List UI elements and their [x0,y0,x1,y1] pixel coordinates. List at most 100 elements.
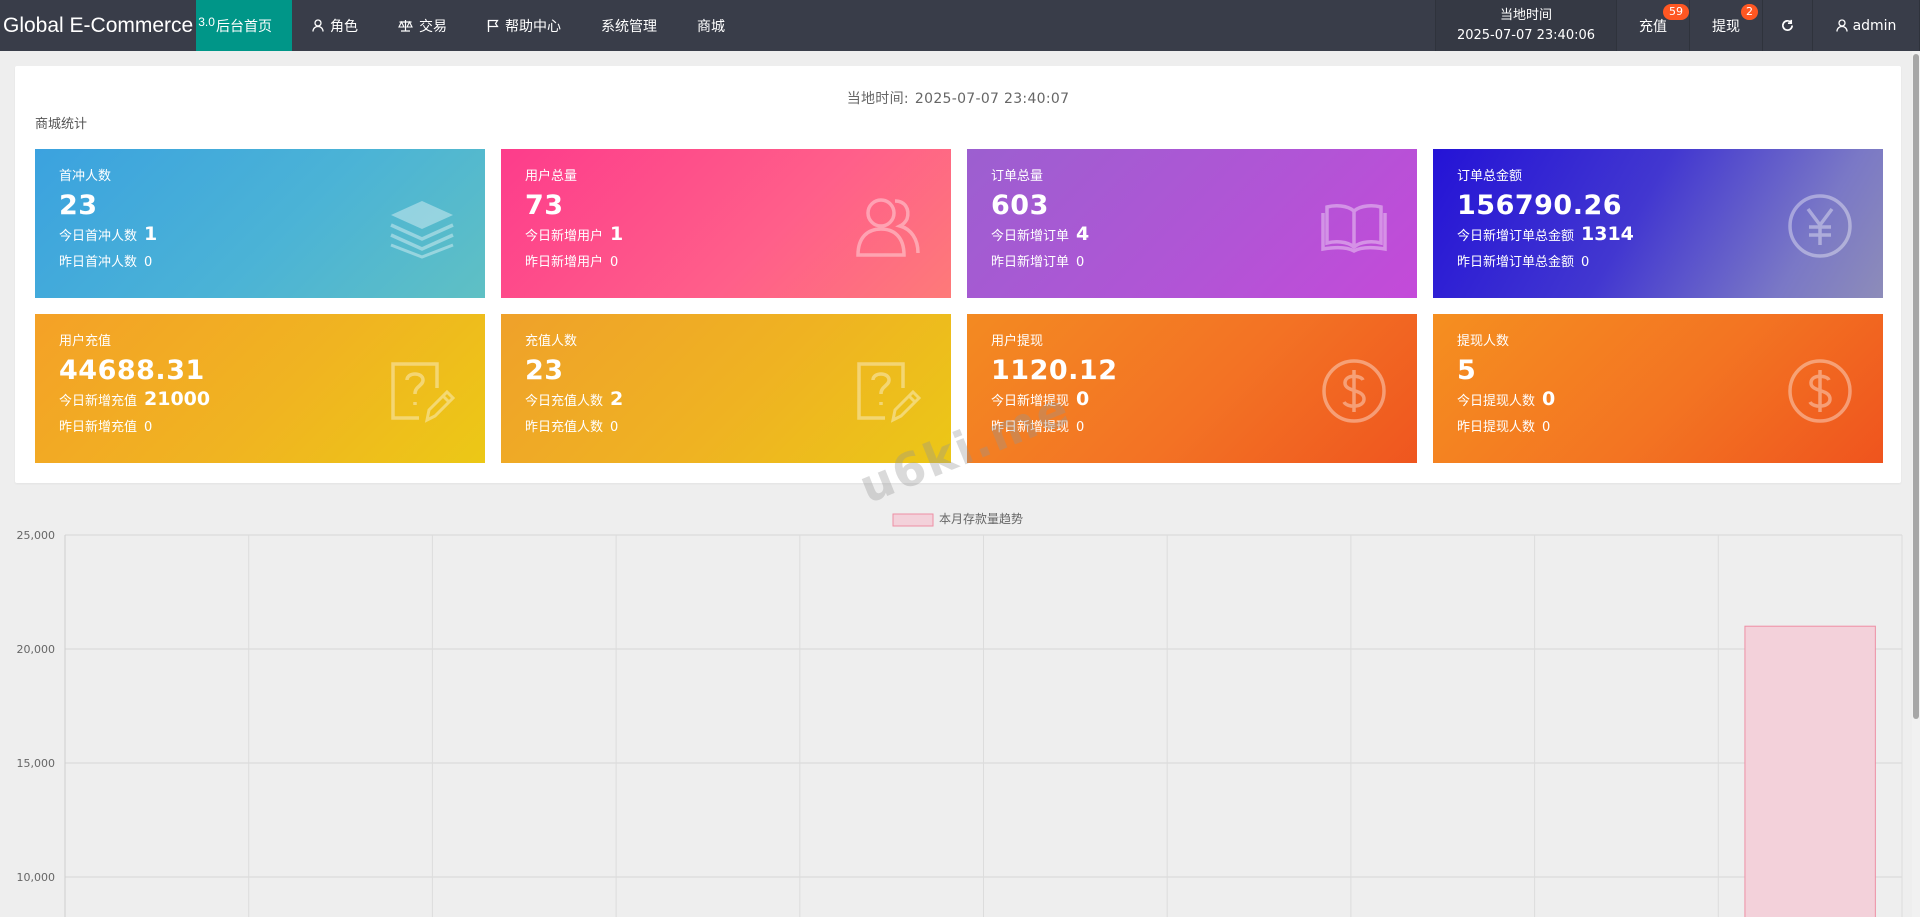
nav-right: 当地时间 2025-07-07 23:40:06 充值 59 提现 2 admi… [1435,0,1920,51]
question-edit-icon [857,362,921,423]
tile-yesterday-label: 昨日充值人数 [525,420,604,435]
local-time-label: 当地时间: [846,91,909,107]
nav-system-settings-label: 系统管理 [601,18,657,35]
local-time-value: 2025-07-07 23:40:07 [914,91,1070,107]
tile-yesterday-label: 昨日新增订单总金额 [1457,255,1575,270]
header-clock-label: 当地时间 [1499,7,1552,23]
book-icon [1321,204,1387,254]
nav-mall[interactable]: 商城 [677,0,745,51]
header-clock: 当地时间 2025-07-07 23:40:06 [1435,0,1617,51]
flag-icon [487,19,499,32]
tile-label: 充值人数 [525,334,578,349]
dollar-circle-icon [1788,359,1852,423]
tile-today-label: 今日新增用户 [525,229,604,244]
withdraw-button[interactable]: 提现 2 [1690,0,1763,51]
refresh-button[interactable] [1763,0,1813,51]
brand-version: 3.0 [198,14,215,29]
tile-today-value: 0 [1076,388,1090,410]
tile-today-label: 今日新增订单 [991,229,1070,244]
chart-legend[interactable]: 本月存款量趋势 [892,512,1023,527]
tile-yesterday-label: 昨日新增充值 [59,420,138,435]
tile-label: 订单总量 [991,169,1044,184]
tile-user-withdraw: 用户提现 1120.12 今日新增提现 0 昨日新增提现 0 [967,314,1417,463]
tile-yesterday-value: 0 [1581,255,1590,270]
tile-total-order-amount: 订单总金额 156790.26 今日新增订单总金额 1314 昨日新增订单总金额 0 [1433,149,1883,298]
tile-label: 首冲人数 [59,169,112,184]
recharge-badge: 59 [1663,4,1689,20]
chart-yticks: 25,000 20,000 15,000 10,000 [17,529,56,884]
tile-today-label: 今日充值人数 [525,394,604,409]
nav-system-settings[interactable]: 系统管理 [581,0,677,51]
tile-yesterday-label: 昨日新增用户 [525,255,604,270]
top-navbar: Global E-Commerce 3.0 后台首页 角色 交易 帮助中心 系统管… [0,0,1920,51]
recharge-button[interactable]: 充值 59 [1617,0,1690,51]
withdraw-label: 提现 [1712,18,1740,35]
page-scrollbar[interactable] [1912,51,1920,917]
tile-today-value: 1 [610,223,624,245]
tile-today-label: 今日提现人数 [1457,394,1536,409]
tile-today-label: 今日新增充值 [59,394,138,409]
tile-yesterday-value: 0 [1076,420,1085,435]
nav-trade[interactable]: 交易 [378,0,467,51]
tile-first-recharge-users: 首冲人数 23 今日首冲人数 1 昨日首冲人数 0 [35,149,485,298]
users-icon [856,198,920,257]
local-time: 当地时间: 2025-07-07 23:40:07 [15,88,1901,108]
brand-name: Global E-Commerce [3,13,194,37]
recharge-label: 充值 [1639,18,1667,35]
tile-recharge-users: 充值人数 23 今日充值人数 2 昨日充值人数 0 [501,314,951,463]
section-title: 商城统计 [35,117,88,132]
header-clock-value: 2025-07-07 23:40:06 [1456,27,1596,43]
chart-grid [64,534,1903,917]
tile-yesterday-label: 昨日首冲人数 [59,255,138,270]
user-icon [1835,19,1848,32]
y-tick-label: 25,000 [17,529,56,542]
tile-withdraw-users: 提现人数 5 今日提现人数 0 昨日提现人数 0 [1433,314,1883,463]
tile-yesterday-value: 0 [1542,420,1551,435]
brand-logo[interactable]: Global E-Commerce 3.0 [0,0,215,51]
tile-today-value: 1 [144,223,158,245]
tile-yesterday-value: 0 [610,420,619,435]
chart-canvas: 25,000 20,000 15,000 10,000 本月存款量趋势 [17,512,1903,917]
nav-trade-label: 交易 [419,18,447,35]
legend-label: 本月存款量趋势 [939,512,1023,526]
tile-label: 提现人数 [1457,334,1510,349]
tile-label: 订单总金额 [1457,169,1523,184]
main-nav: 后台首页 角色 交易 帮助中心 系统管理 商城 [196,0,745,51]
tile-today-value: 21000 [144,388,211,410]
question-edit-icon [391,362,455,423]
tile-today-label: 今日新增提现 [991,394,1070,409]
chart-bar[interactable] [1744,625,1876,917]
scale-icon [398,20,413,32]
nav-help-center-label: 帮助中心 [505,18,561,35]
tile-user-recharge: 用户充值 44688.31 今日新增充值 21000 昨日新增充值 0 [35,314,485,463]
tile-label: 用户充值 [59,334,112,349]
tile-yesterday-label: 昨日提现人数 [1457,420,1536,435]
yen-circle-icon [1788,194,1852,258]
tile-yesterday-value: 0 [144,255,153,270]
user-menu[interactable]: admin [1813,0,1920,51]
user-icon [312,19,324,32]
tile-today-value: 1314 [1581,223,1634,245]
tile-today-value: 2 [610,388,624,410]
stats-panel: 当地时间: 2025-07-07 23:40:07 商城统计 首冲人数 23 今日… [15,66,1901,483]
tile-yesterday-value: 0 [610,255,619,270]
tile-label: 用户提现 [991,334,1044,349]
tile-yesterday-value: 0 [1076,255,1085,270]
tile-total-users: 用户总量 73 今日新增用户 1 昨日新增用户 0 [501,149,951,298]
tile-total-orders: 订单总量 603 今日新增订单 4 昨日新增订单 0 [967,149,1417,298]
y-tick-label: 20,000 [17,643,56,656]
tile-yesterday-label: 昨日新增提现 [991,420,1070,435]
nav-help-center[interactable]: 帮助中心 [467,0,581,51]
tile-today-value: 0 [1542,388,1556,410]
nav-dashboard-label: 后台首页 [216,18,272,35]
nav-roles[interactable]: 角色 [292,0,378,51]
tile-today-value: 4 [1076,223,1090,245]
scrollbar-thumb[interactable] [1913,54,1919,719]
tile-label: 用户总量 [525,169,578,184]
dollar-circle-icon [1322,359,1386,423]
tile-yesterday-value: 0 [144,420,153,435]
y-tick-label: 15,000 [17,757,56,770]
nav-mall-label: 商城 [697,18,725,35]
chart-bars [1744,625,1876,917]
withdraw-badge: 2 [1741,4,1758,20]
